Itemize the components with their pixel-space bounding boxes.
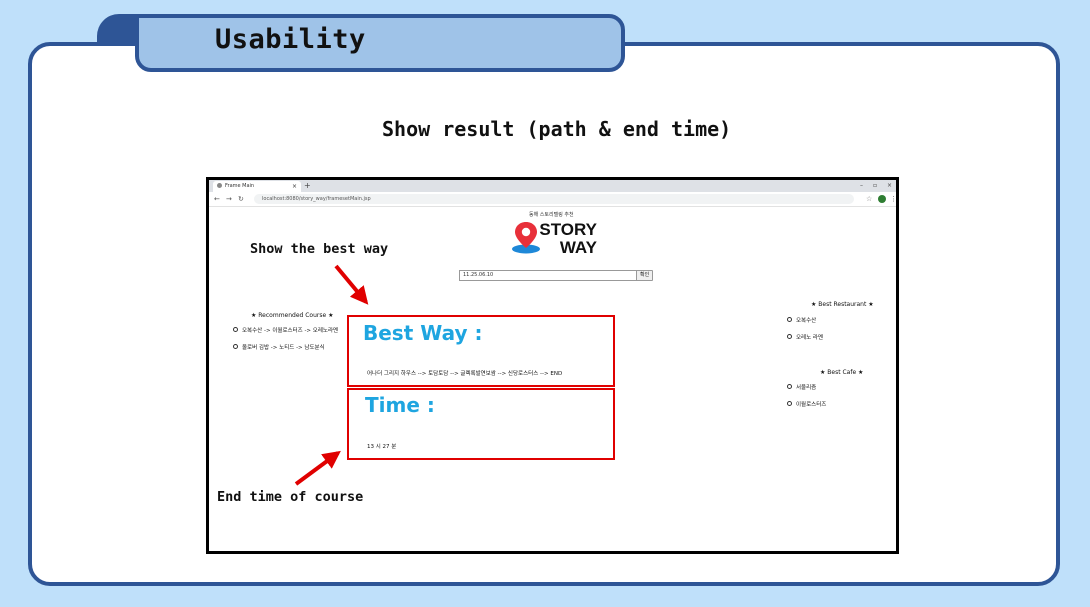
arrow-to-time: [294, 450, 341, 486]
annotation-arrows: [294, 264, 369, 486]
arrow-to-best-way: [334, 264, 369, 305]
